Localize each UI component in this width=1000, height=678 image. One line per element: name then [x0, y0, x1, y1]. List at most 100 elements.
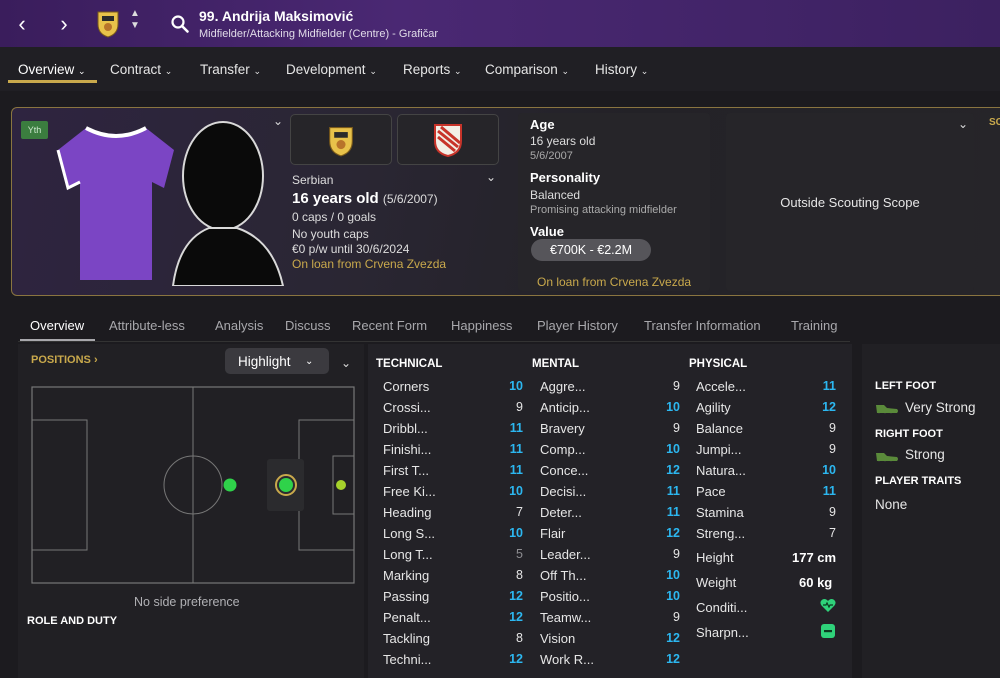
technical-attr-name[interactable]: Heading	[383, 505, 431, 520]
tab-training[interactable]: Training	[791, 318, 837, 333]
parent-club-crest[interactable]	[397, 114, 499, 165]
technical-attr-name[interactable]: Techni...	[383, 652, 431, 667]
technical-attr-name[interactable]: Corners	[383, 379, 429, 394]
mental-attr-name[interactable]: Comp...	[540, 442, 586, 457]
mental-attr-name[interactable]: Decisi...	[540, 484, 586, 499]
menu-comparison[interactable]: Comparison ⌄	[485, 62, 569, 77]
physical-attr-name[interactable]: Accele...	[696, 379, 746, 394]
search-icon[interactable]	[170, 14, 190, 34]
mental-attr-value: 9	[673, 610, 680, 624]
technical-attr-name[interactable]: Finishi...	[383, 442, 431, 457]
side-panel	[980, 113, 1000, 291]
mental-attr-value: 12	[666, 631, 680, 645]
technical-attr-value: 9	[516, 400, 523, 414]
technical-attr-value: 7	[516, 505, 523, 519]
current-club-crest[interactable]	[290, 114, 392, 165]
physical-attr-name[interactable]: Pace	[696, 484, 726, 499]
mental-attr-name[interactable]: Aggre...	[540, 379, 586, 394]
menu-contract[interactable]: Contract ⌄	[110, 62, 172, 77]
physical-attr-name[interactable]: Natura...	[696, 463, 746, 478]
mental-attr-name[interactable]: Bravery	[540, 421, 585, 436]
youth-badge: Yth	[21, 121, 48, 139]
player-switch-icon[interactable]: ▲ ▼	[130, 8, 140, 32]
tab-recent-form[interactable]: Recent Form	[352, 318, 427, 333]
mental-attr-name[interactable]: Anticip...	[540, 400, 590, 415]
tab-analysis[interactable]: Analysis	[215, 318, 263, 333]
technical-attr-name[interactable]: Crossi...	[383, 400, 431, 415]
chevron-down-icon[interactable]: ⌄	[486, 170, 496, 184]
physical-attr-name[interactable]: Jumpi...	[696, 442, 742, 457]
menu-development[interactable]: Development ⌄	[286, 62, 377, 77]
positions-link[interactable]: POSITIONS ›	[31, 354, 98, 366]
wage: €0 p/w until 30/6/2024	[292, 242, 410, 256]
crvena-zvezda-crest-icon	[434, 123, 462, 157]
club-crest-icon[interactable]	[96, 8, 120, 38]
physical-attr-value: 9	[829, 505, 836, 519]
technical-attr-name[interactable]: Dribbl...	[383, 421, 428, 436]
mental-attr-name[interactable]: Work R...	[540, 652, 594, 667]
physical-attr-name[interactable]: Streng...	[696, 526, 745, 541]
mental-attr-value: 10	[666, 442, 680, 456]
value-range-badge: €700K - €2.2M	[531, 239, 651, 261]
highlight-dropdown[interactable]: Highlight ⌄	[225, 348, 329, 374]
technical-attr-name[interactable]: Long S...	[383, 526, 435, 541]
mental-attr-name[interactable]: Positio...	[540, 589, 590, 604]
tab-attribute-less[interactable]: Attribute-less	[109, 318, 185, 333]
dob: 5/6/2007	[530, 150, 573, 162]
player-traits-value: None	[875, 497, 908, 512]
age-line: 16 years old (5/6/2007)	[292, 190, 438, 207]
chevron-down-icon[interactable]: ⌄	[273, 114, 283, 128]
personality-description: Promising attacking midfielder	[530, 204, 677, 216]
technical-attr-name[interactable]: Long T...	[383, 547, 433, 562]
loan-status[interactable]: On loan from Crvena Zvezda	[292, 257, 446, 271]
technical-attr-value: 10	[509, 379, 523, 393]
menu-reports[interactable]: Reports ⌄	[403, 62, 462, 77]
forward-icon[interactable]: ›	[50, 10, 78, 38]
tab-discuss[interactable]: Discuss	[285, 318, 331, 333]
physical-attr-name[interactable]: Stamina	[696, 505, 744, 520]
mental-attr-value: 10	[666, 589, 680, 603]
side-preference: No side preference	[134, 595, 240, 609]
physical-attr-name[interactable]: Agility	[696, 400, 731, 415]
chevron-down-icon[interactable]: ⌄	[958, 117, 968, 131]
mental-attr-name[interactable]: Off Th...	[540, 568, 586, 583]
mental-attr-name[interactable]: Vision	[540, 631, 575, 646]
mental-attr-name[interactable]: Flair	[540, 526, 565, 541]
technical-attr-name[interactable]: Penalt...	[383, 610, 431, 625]
menu-transfer[interactable]: Transfer ⌄	[200, 62, 261, 77]
technical-title: TECHNICAL	[376, 358, 443, 370]
right-boot-icon	[876, 453, 898, 462]
personality-title: Personality	[530, 170, 601, 185]
technical-attr-name[interactable]: Marking	[383, 568, 429, 583]
player-subtitle[interactable]: Midfielder/Attacking Midfielder (Centre)…	[199, 28, 438, 40]
position-marker-st[interactable]	[336, 480, 346, 490]
mental-attr-name[interactable]: Conce...	[540, 463, 588, 478]
chevron-down-icon[interactable]: ⌄	[341, 356, 351, 370]
tab-happiness[interactable]: Happiness	[451, 318, 512, 333]
technical-attr-name[interactable]: Passing	[383, 589, 429, 604]
mental-attr-name[interactable]: Teamw...	[540, 610, 591, 625]
technical-attr-name[interactable]: Tackling	[383, 631, 430, 646]
physical-attr-value: 11	[822, 379, 836, 393]
position-marker-amc[interactable]	[279, 478, 293, 492]
technical-attr-value: 12	[509, 589, 523, 603]
mental-attr-name[interactable]: Deter...	[540, 505, 582, 520]
sharpness-icon	[821, 624, 835, 638]
technical-attr-name[interactable]: First T...	[383, 463, 429, 478]
age-value: 16 years old	[530, 134, 596, 148]
tab-overview[interactable]: Overview	[30, 318, 84, 333]
physical-attr-name[interactable]: Balance	[696, 421, 743, 436]
tab-transfer-information[interactable]: Transfer Information	[644, 318, 761, 333]
mental-attr-name[interactable]: Leader...	[540, 547, 591, 562]
technical-attr-value: 10	[509, 484, 523, 498]
back-icon[interactable]: ‹	[8, 10, 36, 38]
age-panel-loan[interactable]: On loan from Crvena Zvezda	[537, 275, 691, 289]
tab-player-history[interactable]: Player History	[537, 318, 618, 333]
mental-attr-value: 10	[666, 568, 680, 582]
mental-attr-value: 9	[673, 379, 680, 393]
menu-history[interactable]: History ⌄	[595, 62, 648, 77]
tab-divider	[18, 341, 850, 342]
position-marker-mc[interactable]	[223, 478, 237, 492]
menu-overview[interactable]: Overview ⌄	[18, 62, 86, 77]
technical-attr-name[interactable]: Free Ki...	[383, 484, 436, 499]
